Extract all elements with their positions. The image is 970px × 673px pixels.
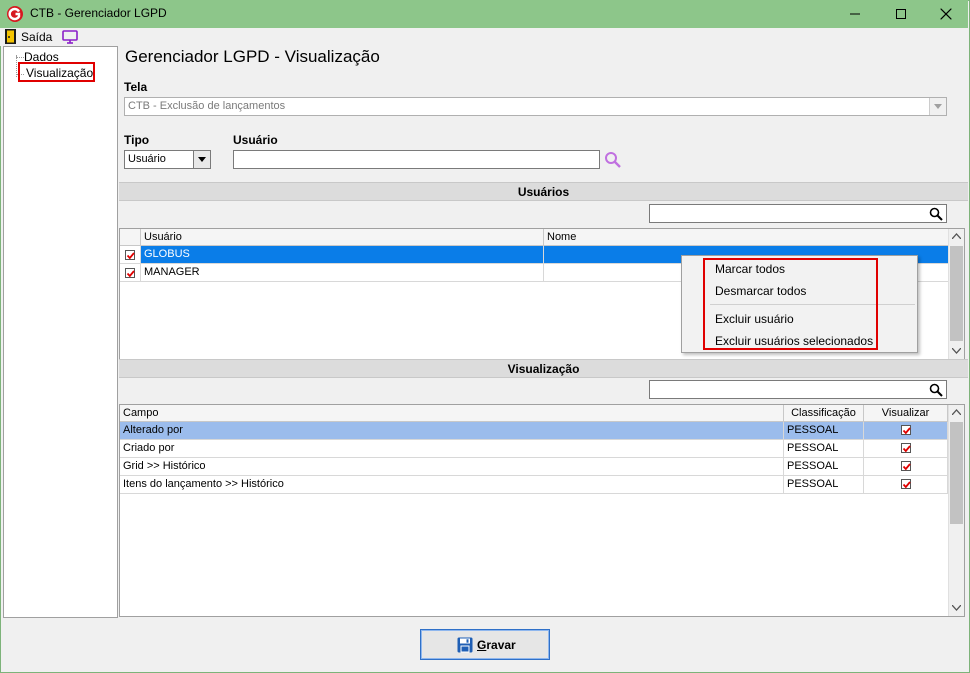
- visualizar-checkbox[interactable]: [901, 479, 911, 489]
- search-icon[interactable]: [929, 383, 943, 397]
- checkmark-icon: [902, 427, 911, 435]
- visualizacao-scrollbar[interactable]: [948, 405, 964, 616]
- chevron-down-icon: [934, 104, 942, 109]
- row-check-cell[interactable]: [120, 246, 141, 263]
- visualizacao-search-input[interactable]: [649, 380, 947, 399]
- page-title: Gerenciador LGPD - Visualização: [125, 47, 380, 66]
- grid-header-nome[interactable]: Nome: [544, 229, 951, 246]
- visualizacao-section-header: Visualização: [119, 359, 968, 378]
- table-row[interactable]: Itens do lançamento >> Histórico PESSOAL: [120, 476, 948, 494]
- table-row[interactable]: Criado por PESSOAL: [120, 440, 948, 458]
- close-button[interactable]: [924, 0, 968, 28]
- checkmark-icon: [126, 270, 135, 278]
- scroll-up-icon[interactable]: [952, 409, 961, 415]
- close-icon: [940, 8, 952, 20]
- checkmark-icon: [902, 463, 911, 471]
- row-classificacao-cell[interactable]: PESSOAL: [784, 476, 864, 493]
- usuarios-search-input[interactable]: [649, 204, 947, 223]
- visualizar-checkbox[interactable]: [901, 443, 911, 453]
- grid-header-usuario[interactable]: Usuário: [141, 229, 544, 246]
- row-visualizar-cell[interactable]: [864, 458, 948, 475]
- search-icon[interactable]: [604, 151, 622, 169]
- save-button[interactable]: Gravar: [420, 629, 550, 660]
- tipo-label: Tipo: [124, 133, 150, 147]
- row-usuario-cell[interactable]: MANAGER: [141, 264, 544, 281]
- checkmark-icon: [902, 481, 911, 489]
- floppy-disk-icon: [457, 637, 473, 653]
- save-button-label: Gravar: [477, 638, 516, 652]
- scroll-up-icon[interactable]: [952, 233, 961, 239]
- row-check-cell[interactable]: [120, 264, 141, 281]
- row-classificacao-cell[interactable]: PESSOAL: [784, 422, 864, 439]
- tela-select-value: CTB - Exclusão de lançamentos: [128, 100, 286, 112]
- usuarios-section-header: Usuários: [119, 182, 968, 201]
- tipo-select[interactable]: Usuário: [124, 150, 211, 169]
- chevron-down-icon: [198, 157, 206, 162]
- grid-header-check: [120, 229, 141, 246]
- usuario-label: Usuário: [233, 133, 278, 147]
- scroll-thumb[interactable]: [950, 246, 963, 341]
- row-visualizar-cell[interactable]: [864, 422, 948, 439]
- row-campo-cell[interactable]: Grid >> Histórico: [120, 458, 784, 475]
- exit-menu-item[interactable]: Saída: [21, 30, 52, 44]
- scroll-down-icon[interactable]: [952, 605, 961, 611]
- visualizacao-grid: Campo Classificação Visualizar Alterado …: [119, 404, 965, 617]
- exit-door-icon[interactable]: [5, 29, 16, 44]
- row-campo-cell[interactable]: Alterado por: [120, 422, 784, 439]
- row-classificacao-cell[interactable]: PESSOAL: [784, 458, 864, 475]
- row-visualizar-cell[interactable]: [864, 440, 948, 457]
- grid-header-classificacao[interactable]: Classificação: [784, 405, 864, 422]
- row-checkbox[interactable]: [125, 250, 135, 260]
- visualizar-checkbox[interactable]: [901, 425, 911, 435]
- maximize-icon: [896, 9, 906, 19]
- tela-dropdown-button[interactable]: [929, 98, 946, 115]
- tela-label: Tela: [124, 80, 148, 94]
- row-campo-cell[interactable]: Criado por: [120, 440, 784, 457]
- highlight-box-tree: [18, 62, 95, 82]
- monitor-icon[interactable]: [62, 30, 78, 44]
- window-title: CTB - Gerenciador LGPD: [30, 6, 167, 20]
- table-row[interactable]: Grid >> Histórico PESSOAL: [120, 458, 948, 476]
- checkmark-icon: [126, 252, 135, 260]
- tela-select[interactable]: CTB - Exclusão de lançamentos: [124, 97, 947, 116]
- usuarios-scrollbar[interactable]: [948, 229, 964, 359]
- maximize-button[interactable]: [878, 0, 924, 28]
- highlight-box-context-menu: [703, 258, 878, 350]
- grid-header-campo[interactable]: Campo: [120, 405, 784, 422]
- row-checkbox[interactable]: [125, 268, 135, 278]
- scroll-thumb[interactable]: [950, 422, 963, 524]
- minimize-icon: [850, 13, 860, 15]
- usuario-input[interactable]: [233, 150, 600, 169]
- tipo-select-value: Usuário: [128, 153, 166, 165]
- navigation-tree: [3, 46, 118, 618]
- row-visualizar-cell[interactable]: [864, 476, 948, 493]
- checkmark-icon: [902, 445, 911, 453]
- visualizar-checkbox[interactable]: [901, 461, 911, 471]
- minimize-button[interactable]: [832, 0, 878, 28]
- search-icon[interactable]: [929, 207, 943, 221]
- tipo-dropdown-button[interactable]: [193, 151, 210, 168]
- menu-bar: [0, 28, 968, 46]
- table-row[interactable]: Alterado por PESSOAL: [120, 422, 948, 440]
- app-logo-icon: [7, 6, 23, 22]
- row-campo-cell[interactable]: Itens do lançamento >> Histórico: [120, 476, 784, 493]
- row-usuario-cell[interactable]: GLOBUS: [141, 246, 544, 263]
- scroll-down-icon[interactable]: [952, 348, 961, 354]
- row-classificacao-cell[interactable]: PESSOAL: [784, 440, 864, 457]
- grid-header-visualizar[interactable]: Visualizar: [864, 405, 948, 422]
